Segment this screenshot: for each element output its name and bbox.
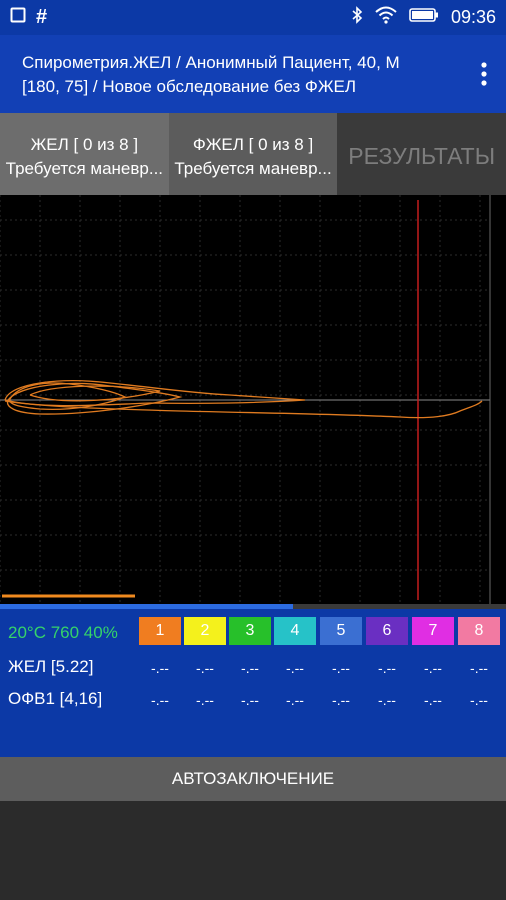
wifi-icon: [375, 6, 397, 29]
vc-value-1: -.--: [151, 660, 169, 676]
flow-volume-curve-5: [4, 400, 483, 419]
battery-icon: [409, 7, 439, 28]
trial-slot-5[interactable]: 5: [320, 617, 362, 645]
tab-fvc-subtitle: Требуется маневр...: [174, 159, 332, 178]
vc-label: ЖЕЛ [5.22]: [8, 657, 94, 676]
tab-vc-title: ЖЕЛ [ 0 из 8 ]: [30, 135, 139, 154]
fev1-value-3: -.--: [241, 692, 259, 708]
trial-slot-1[interactable]: 1: [139, 617, 181, 645]
trial-slot-2[interactable]: 2: [184, 617, 226, 645]
bluetooth-icon: [351, 6, 363, 29]
vc-value-3: -.--: [241, 660, 259, 676]
header-title: Спирометрия.ЖЕЛ / Анонимный Пациент, 40,…: [22, 53, 400, 72]
auto-conclusion-button[interactable]: АВТОЗАКЛЮЧЕНИЕ: [0, 757, 506, 801]
app-header: Спирометрия.ЖЕЛ / Анонимный Пациент, 40,…: [0, 35, 506, 113]
tab-bar: ЖЕЛ [ 0 из 8 ] Требуется маневр... ФЖЕЛ …: [0, 113, 506, 195]
trial-slot-7[interactable]: 7: [412, 617, 454, 645]
tab-results[interactable]: РЕЗУЛЬТАТЫ: [337, 113, 506, 195]
fev1-value-4: -.--: [286, 692, 304, 708]
tab-results-title: РЕЗУЛЬТАТЫ: [348, 143, 496, 169]
spirogram-chart: [0, 195, 506, 607]
tab-vc[interactable]: ЖЕЛ [ 0 из 8 ] Требуется маневр...: [0, 113, 169, 195]
vc-value-4: -.--: [286, 660, 304, 676]
fev1-value-1: -.--: [151, 692, 169, 708]
results-panel: 20°C 760 40% 1 2 3 4 5 6 7 8 ЖЕЛ [5.22] …: [0, 609, 506, 757]
tab-fvc[interactable]: ФЖЕЛ [ 0 из 8 ] Требуется маневр...: [168, 113, 338, 195]
vc-value-7: -.--: [424, 660, 442, 676]
fev1-label: ОФВ1 [4,16]: [8, 689, 103, 708]
trial-slot-8[interactable]: 8: [458, 617, 500, 645]
trial-slot-3[interactable]: 3: [229, 617, 271, 645]
hash-icon: #: [36, 6, 48, 28]
notification-square-icon: [10, 7, 26, 28]
vc-value-5: -.--: [332, 660, 350, 676]
flow-volume-curves: [4, 380, 483, 419]
trial-slot-4[interactable]: 4: [274, 617, 316, 645]
ambient-conditions: 20°C 760 40%: [8, 623, 118, 642]
tab-fvc-title: ФЖЕЛ [ 0 из 8 ]: [192, 135, 314, 154]
status-bar: # 09:36: [0, 0, 506, 35]
fev1-value-7: -.--: [424, 692, 442, 708]
fev1-value-8: -.--: [470, 692, 488, 708]
fev1-value-6: -.--: [378, 692, 396, 708]
vc-value-2: -.--: [196, 660, 214, 676]
header-subtitle: [180, 75] / Новое обследование без ФЖЕЛ: [22, 77, 357, 96]
spirogram-svg: [0, 195, 491, 607]
vc-value-6: -.--: [378, 660, 396, 676]
tab-vc-subtitle: Требуется маневр...: [5, 159, 164, 178]
conclusion-area: [0, 801, 506, 900]
vc-value-8: -.--: [470, 660, 488, 676]
clock: 09:36: [450, 7, 496, 27]
trial-slot-6[interactable]: 6: [366, 617, 408, 645]
fev1-value-5: -.--: [332, 692, 350, 708]
fev1-value-2: -.--: [196, 692, 214, 708]
more-vert-icon[interactable]: [480, 61, 488, 87]
